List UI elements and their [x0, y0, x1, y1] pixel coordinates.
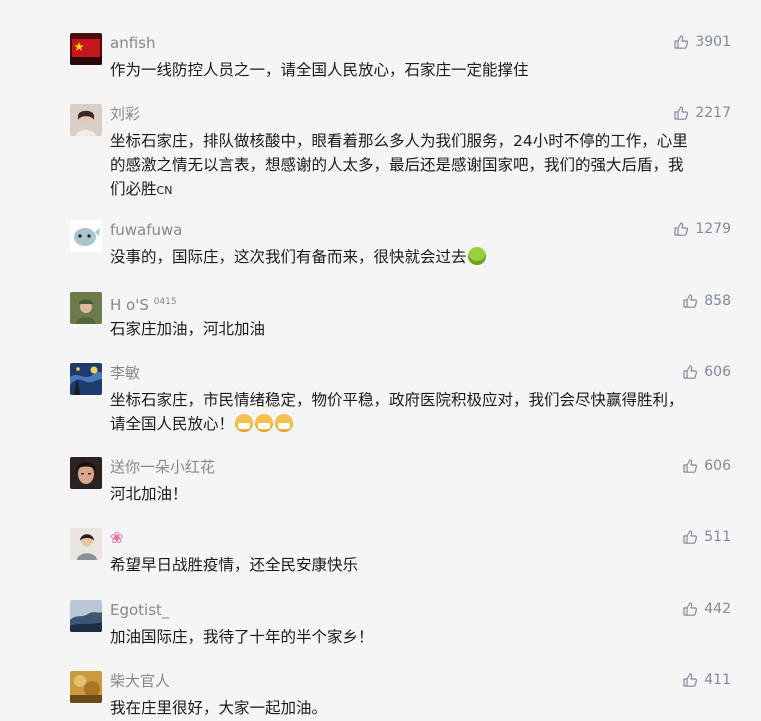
girl-photo-avatar[interactable]	[70, 528, 102, 560]
red-flag-avatar[interactable]	[70, 33, 102, 65]
thumbs-up-icon	[674, 106, 689, 120]
comment-text: 加油国际庄，我待了十年的半个家乡！	[110, 625, 730, 649]
commenter-name[interactable]: 柴大官人	[110, 672, 170, 690]
cn-suffix: CN	[156, 184, 173, 197]
landscape-avatar[interactable]	[70, 600, 102, 632]
woman-photo-avatar[interactable]	[70, 104, 102, 136]
comment-text: 坐标石家庄，排队做核酸中，眼看着那么多人为我们服务，24小时不停的工作，心里 的…	[110, 129, 730, 203]
like-button[interactable]: 411	[682, 671, 731, 689]
like-count: 442	[704, 601, 731, 617]
comment-line: 希望早日战胜疫情，还全民安康快乐	[110, 556, 359, 574]
cartoon-avatar[interactable]	[70, 220, 102, 252]
comment-list: anfish 3901 作为一线防控人员之一，请全国人民放心，石家庄一定能撑住 …	[0, 0, 761, 721]
portrait-avatar[interactable]	[70, 457, 102, 489]
like-count: 2217	[695, 105, 731, 121]
golden-avatar[interactable]	[70, 671, 102, 703]
like-button[interactable]: 606	[682, 457, 731, 475]
mask-face-emoji-icon	[235, 414, 254, 432]
commenter-name[interactable]: 李敏	[110, 364, 140, 382]
like-count: 511	[704, 529, 731, 545]
comment-line: 们必胜CN	[110, 180, 173, 198]
like-button[interactable]: 442	[682, 600, 731, 618]
comment-line: 没事的，国际庄，这次我们有备而来，很快就会过去	[110, 245, 730, 269]
commenter-name[interactable]: anfish	[110, 34, 155, 52]
thumbs-up-icon	[683, 673, 698, 687]
mask-face-emoji-icon	[255, 414, 274, 432]
like-count: 858	[704, 293, 731, 309]
like-count: 606	[704, 364, 731, 380]
comment-line: 加油国际庄，我待了十年的半个家乡！	[110, 628, 374, 646]
thumbs-up-icon	[674, 222, 689, 236]
thumbs-up-icon	[683, 459, 698, 473]
comment-text: 希望早日战胜疫情，还全民安康快乐	[110, 553, 730, 577]
comment-line: 我在庄里很好，大家一起加油。	[110, 699, 328, 717]
green-face-emoji-icon	[467, 247, 486, 265]
starry-night-avatar[interactable]	[70, 363, 102, 395]
like-count: 411	[704, 672, 731, 688]
comment-line: 作为一线防控人员之一，请全国人民放心，石家庄一定能撑住	[110, 61, 529, 79]
thumbs-up-icon	[683, 530, 698, 544]
like-button[interactable]: 511	[682, 528, 731, 546]
like-button[interactable]: 3901	[673, 33, 731, 51]
comment-line: 石家庄加油，河北加油	[110, 320, 266, 338]
thumbs-up-icon	[683, 365, 698, 379]
comment-line: 的感激之情无以言表，想感谢的人太多，最后还是感谢国家吧，我们的强大后盾，我	[110, 156, 684, 174]
commenter-name[interactable]: Egotist_	[110, 601, 169, 619]
thumbs-up-icon	[683, 602, 698, 616]
like-count: 606	[704, 458, 731, 474]
like-button[interactable]: 2217	[673, 104, 731, 122]
commenter-name[interactable]: 送你一朵小红花	[110, 458, 215, 476]
like-button[interactable]: 606	[682, 363, 731, 381]
comment-line: 坐标石家庄，排队做核酸中，眼看着那么多人为我们服务，24小时不停的工作，心里	[110, 132, 688, 150]
comment-text: 河北加油！	[110, 482, 730, 506]
like-count: 1279	[695, 221, 731, 237]
commenter-name[interactable]: ❀	[110, 529, 123, 547]
commenter-name[interactable]: H o'S 0415	[110, 293, 177, 314]
like-count: 3901	[695, 34, 731, 50]
comment-text: 石家庄加油，河北加油	[110, 317, 730, 341]
mask-face-emoji-icon	[275, 414, 294, 432]
comment-text: 没事的，国际庄，这次我们有备而来，很快就会过去	[110, 245, 730, 269]
comment-text: 作为一线防控人员之一，请全国人民放心，石家庄一定能撑住	[110, 58, 730, 82]
thumbs-up-icon	[683, 294, 698, 308]
commenter-name[interactable]: fuwafuwa	[110, 221, 183, 239]
commenter-name[interactable]: 刘彩	[110, 105, 140, 123]
comment-line: 请全国人民放心！	[110, 412, 730, 436]
comment-line: 河北加油！	[110, 485, 188, 503]
name-superscript: 0415	[153, 297, 177, 307]
like-button[interactable]: 1279	[673, 220, 731, 238]
comment-text: 我在庄里很好，大家一起加油。	[110, 696, 730, 720]
thumbs-up-icon	[674, 35, 689, 49]
comment-text: 坐标石家庄，市民情绪稳定，物价平稳，政府医院积极应对，我们会尽快赢得胜利， 请全…	[110, 388, 730, 436]
comment-line: 坐标石家庄，市民情绪稳定，物价平稳，政府医院积极应对，我们会尽快赢得胜利，	[110, 391, 684, 409]
soldier-avatar[interactable]	[70, 292, 102, 324]
like-button[interactable]: 858	[682, 292, 731, 310]
